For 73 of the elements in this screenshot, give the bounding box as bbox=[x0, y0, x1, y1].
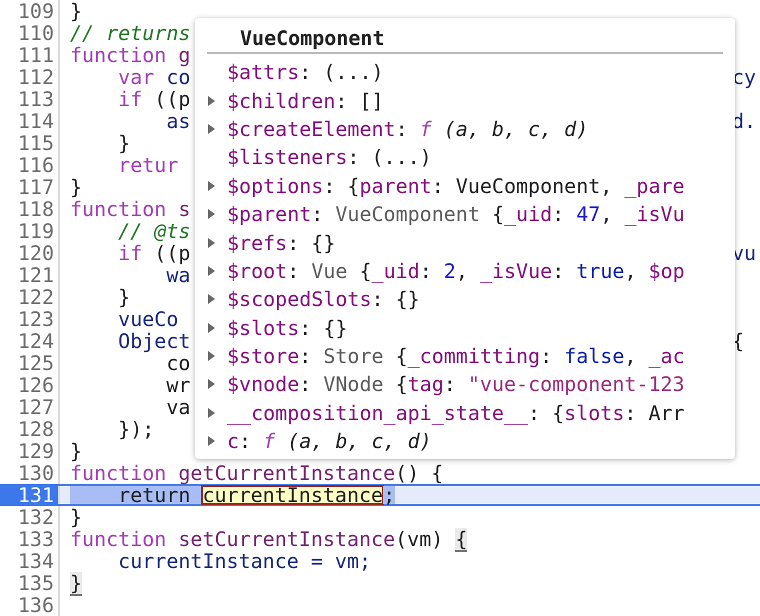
line-number: 134 bbox=[16, 550, 55, 572]
code-text: if ((p bbox=[117, 242, 190, 264]
code-text: if ((p bbox=[117, 88, 190, 110]
line-number: 131 bbox=[0, 484, 58, 506]
code-text: } bbox=[117, 132, 130, 154]
code-text: function s bbox=[70, 198, 190, 220]
code-text: retur bbox=[117, 154, 178, 176]
code-text: currentInstance = vm; bbox=[117, 550, 372, 572]
property-text: $parent: VueComponent {_uid: 47, _isVu bbox=[227, 202, 685, 226]
line-number: 119 bbox=[16, 220, 55, 242]
line-number: 113 bbox=[16, 88, 55, 110]
property-text: $vnode: VNode {tag: "vue-component-123 bbox=[227, 372, 685, 396]
code-text: } bbox=[70, 440, 82, 462]
code-text: }); bbox=[117, 418, 154, 440]
code-text: function setCurrentInstance(vm) bbox=[70, 528, 444, 552]
code-text: wa bbox=[166, 264, 190, 286]
property-text: $slots: {} bbox=[227, 316, 348, 340]
property-text: $refs: {} bbox=[227, 230, 336, 255]
property-text: $createElement: f (a, b, c, d) bbox=[227, 116, 588, 141]
code-text: } bbox=[70, 176, 82, 198]
line-number: 116 bbox=[16, 154, 55, 176]
code-text: function g bbox=[70, 44, 190, 66]
code-text: } bbox=[70, 506, 82, 528]
property-text: $attrs: (...) bbox=[227, 60, 384, 84]
code-text: // @ts bbox=[117, 220, 190, 242]
line-number: 125 bbox=[16, 352, 55, 374]
line-number: 112 bbox=[16, 66, 55, 88]
property-text: $store: Store {_committing: false, _ac bbox=[227, 344, 685, 368]
code-text: wr bbox=[165, 374, 190, 396]
property-text: __composition_api_state__: {slots: Arr bbox=[227, 400, 685, 425]
line-number: 133 bbox=[16, 528, 55, 552]
line-number: 111 bbox=[16, 44, 55, 66]
line-number: 136 bbox=[16, 594, 55, 616]
code-text: va bbox=[165, 396, 190, 418]
selected-code: return bbox=[70, 486, 202, 504]
code-text: { bbox=[732, 329, 744, 353]
line-number: 122 bbox=[16, 286, 55, 308]
property-text: $listeners: (...) bbox=[227, 145, 432, 170]
property-text: $scopedSlots: {} bbox=[227, 287, 420, 312]
selected-code: ; bbox=[383, 486, 396, 504]
code-text: co bbox=[166, 352, 190, 374]
line-number: 118 bbox=[16, 198, 55, 220]
code-text: // returns bbox=[70, 22, 190, 44]
code-text: vueCo bbox=[117, 308, 178, 330]
property-text: $options: {parent: VueComponent, _pare bbox=[227, 174, 685, 198]
code-text: var co bbox=[117, 66, 190, 88]
line-number: 110 bbox=[16, 22, 55, 44]
property-text: $children: [] bbox=[227, 88, 384, 113]
property-text: c: f (a, b, c, d) bbox=[227, 429, 432, 454]
line-number: 124 bbox=[16, 330, 55, 352]
line-number: 128 bbox=[16, 418, 55, 440]
property-text: $root: Vue {_uid: 2, _isVue: true, $op bbox=[227, 258, 685, 283]
line-number: 121 bbox=[16, 264, 55, 286]
code-text: function getCurrentInstance() { bbox=[70, 462, 444, 484]
line-number: 130 bbox=[16, 462, 55, 484]
line-number: 127 bbox=[16, 396, 55, 418]
line-number: 120 bbox=[16, 242, 55, 264]
line-number: 114 bbox=[16, 110, 55, 132]
line-number: 126 bbox=[16, 374, 55, 396]
code-text: } bbox=[117, 286, 130, 308]
code-text: as bbox=[166, 110, 190, 132]
line-number: 129 bbox=[16, 440, 55, 462]
code-text: Object bbox=[117, 330, 190, 352]
line-number: 123 bbox=[16, 308, 55, 330]
line-number: 135 bbox=[16, 572, 55, 596]
line-number: 117 bbox=[16, 176, 55, 198]
popover-title: VueComponent bbox=[239, 26, 384, 50]
line-number: 109 bbox=[16, 0, 55, 22]
matched-bracket: { bbox=[455, 528, 468, 552]
code-text: } bbox=[70, 0, 82, 22]
line-number: 115 bbox=[16, 132, 55, 154]
matched-bracket: } bbox=[70, 572, 82, 596]
line-number: 132 bbox=[16, 506, 55, 528]
